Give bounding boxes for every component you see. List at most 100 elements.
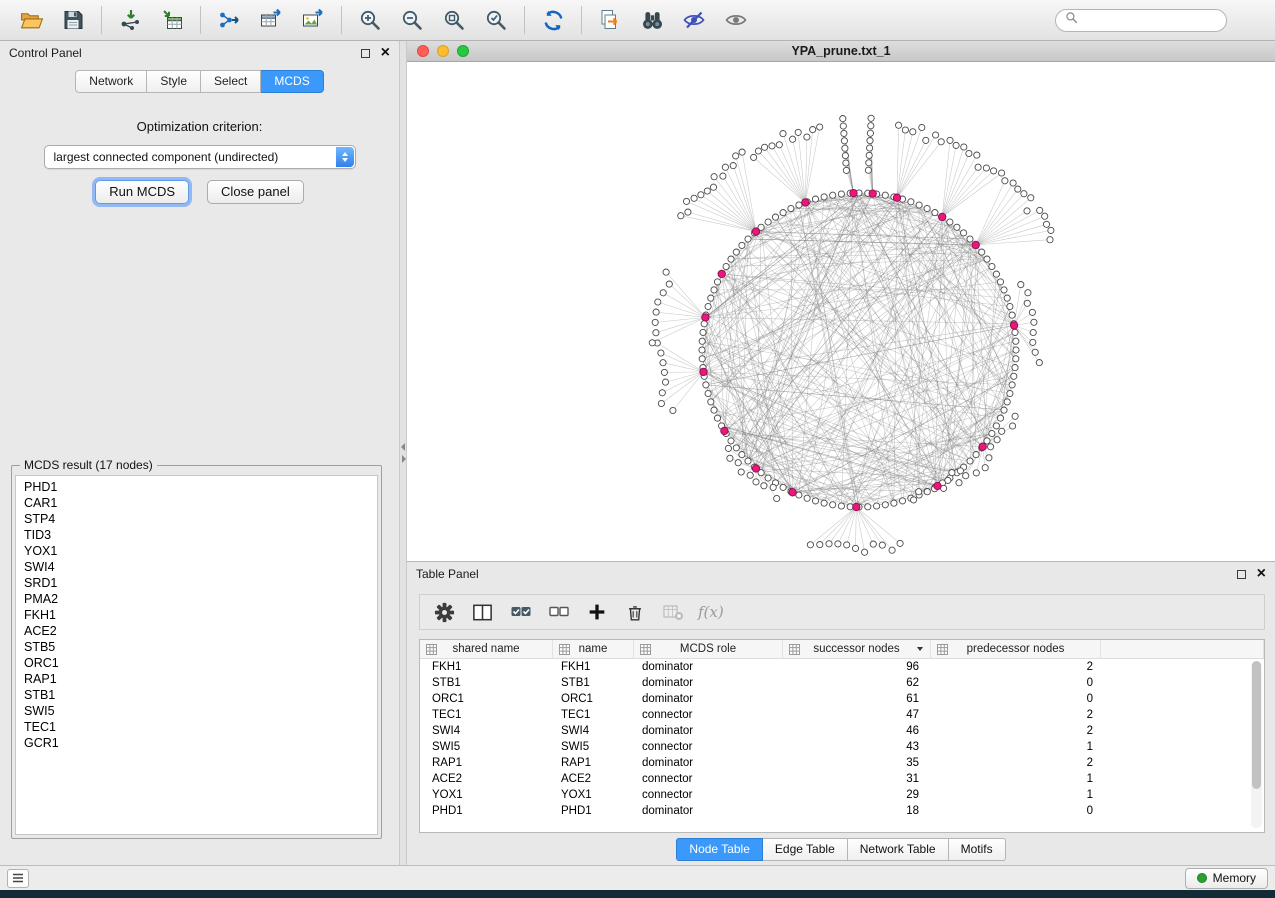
window-minimize-button[interactable] — [437, 45, 449, 57]
table-scrollbar[interactable] — [1251, 661, 1262, 828]
tab-edge-table[interactable]: Edge Table — [763, 838, 848, 861]
export-network-button[interactable] — [211, 3, 247, 37]
mcds-result-title: MCDS result (17 nodes) — [20, 458, 157, 472]
import-network-button[interactable] — [112, 3, 148, 37]
eye-slash-button[interactable] — [676, 3, 712, 37]
gear-button[interactable] — [429, 597, 460, 627]
expand-right-icon[interactable] — [402, 455, 406, 463]
search-field[interactable] — [1055, 9, 1227, 32]
column-header-MCDS-role[interactable]: MCDS role — [634, 640, 783, 658]
memory-button[interactable]: Memory — [1185, 868, 1268, 889]
table-cell: dominator — [634, 693, 783, 705]
table-row[interactable]: PHD1PHD1dominator180 — [420, 803, 1264, 819]
task-history-button[interactable] — [7, 869, 29, 888]
zoom-selected-button[interactable] — [478, 3, 514, 37]
table-row[interactable]: ORC1ORC1dominator610 — [420, 691, 1264, 707]
table-row[interactable]: YOX1YOX1connector291 — [420, 787, 1264, 803]
table-row[interactable]: TEC1TEC1connector472 — [420, 707, 1264, 723]
export-table-button[interactable] — [253, 3, 289, 37]
result-list-item[interactable]: STB1 — [24, 687, 377, 703]
function-button: f(x) — [695, 597, 726, 627]
zoom-in-button[interactable] — [352, 3, 388, 37]
column-header-predecessor-nodes[interactable]: predecessor nodes — [931, 640, 1101, 658]
table-panel: Table Panel × f(x) shared namenameMCDS r… — [407, 562, 1275, 865]
table-cell: RAP1 — [553, 757, 634, 769]
tab-mcds[interactable]: MCDS — [261, 70, 323, 93]
result-list-item[interactable]: SRD1 — [24, 575, 377, 591]
float-panel-icon[interactable] — [361, 49, 370, 58]
optimization-criterion-dropdown[interactable]: largest connected component (undirected) — [44, 145, 356, 169]
delete-row-button[interactable] — [619, 597, 650, 627]
network-canvas[interactable] — [407, 62, 1274, 561]
collapse-left-icon[interactable] — [401, 443, 405, 451]
tab-motifs[interactable]: Motifs — [949, 838, 1006, 861]
zoom-out-icon — [400, 8, 424, 32]
table-cell: dominator — [634, 725, 783, 737]
sort-chevron-icon[interactable] — [917, 647, 923, 651]
tab-select[interactable]: Select — [201, 70, 261, 93]
zoom-out-button[interactable] — [394, 3, 430, 37]
scrollbar-thumb[interactable] — [1252, 661, 1261, 789]
table-cell: dominator — [634, 677, 783, 689]
eye-icon — [724, 8, 748, 32]
tab-node-table[interactable]: Node Table — [676, 838, 763, 861]
result-list-item[interactable]: CAR1 — [24, 495, 377, 511]
import-table-button[interactable] — [154, 3, 190, 37]
save-button[interactable] — [55, 3, 91, 37]
table-row[interactable]: STB1STB1dominator620 — [420, 675, 1264, 691]
network-titlebar[interactable]: YPA_prune.txt_1 — [407, 41, 1275, 62]
zoom-fit-button[interactable] — [436, 3, 472, 37]
table-cell: FKH1 — [420, 661, 553, 673]
result-list-item[interactable]: STB5 — [24, 639, 377, 655]
search-input[interactable] — [1083, 13, 1217, 27]
add-row-button[interactable] — [581, 597, 612, 627]
close-mcds-panel-button[interactable]: Close panel — [207, 180, 304, 204]
result-list-item[interactable]: ACE2 — [24, 623, 377, 639]
result-list-item[interactable]: FKH1 — [24, 607, 377, 623]
result-list-item[interactable]: PHD1 — [24, 479, 377, 495]
table-cell: ACE2 — [420, 773, 553, 785]
column-header-successor-nodes[interactable]: successor nodes — [783, 640, 931, 658]
result-list-item[interactable]: RAP1 — [24, 671, 377, 687]
result-list-item[interactable]: TID3 — [24, 527, 377, 543]
result-list-item[interactable]: ORC1 — [24, 655, 377, 671]
result-list-item[interactable]: STP4 — [24, 511, 377, 527]
table-cell: 1 — [931, 789, 1101, 801]
result-list-item[interactable]: TEC1 — [24, 719, 377, 735]
table-row[interactable]: SWI4SWI4dominator462 — [420, 723, 1264, 739]
result-list-item[interactable]: SWI5 — [24, 703, 377, 719]
column-header-label: name — [579, 643, 608, 655]
tab-style[interactable]: Style — [147, 70, 201, 93]
columns-button[interactable] — [467, 597, 498, 627]
panel-splitter[interactable] — [400, 41, 407, 865]
table-row[interactable]: RAP1RAP1dominator352 — [420, 755, 1264, 771]
eye-button[interactable] — [718, 3, 754, 37]
mcds-buttons-row: Run MCDS Close panel — [0, 180, 399, 204]
table-row[interactable]: ACE2ACE2connector311 — [420, 771, 1264, 787]
binoculars-button[interactable] — [634, 3, 670, 37]
column-header-shared-name[interactable]: shared name — [420, 640, 553, 658]
close-table-panel-icon[interactable]: × — [1257, 566, 1266, 582]
table-row[interactable]: FKH1FKH1dominator962 — [420, 659, 1264, 675]
result-list-item[interactable]: GCR1 — [24, 735, 377, 751]
column-header-name[interactable]: name — [553, 640, 634, 658]
tab-network-table[interactable]: Network Table — [848, 838, 949, 861]
table-row[interactable]: SWI5SWI5connector431 — [420, 739, 1264, 755]
refresh-button[interactable] — [535, 3, 571, 37]
result-list-item[interactable]: PMA2 — [24, 591, 377, 607]
run-mcds-button[interactable]: Run MCDS — [95, 180, 189, 204]
close-panel-icon[interactable]: × — [381, 45, 390, 61]
tab-network[interactable]: Network — [75, 70, 147, 93]
share-document-button[interactable] — [592, 3, 628, 37]
result-list-item[interactable]: SWI4 — [24, 559, 377, 575]
window-close-button[interactable] — [417, 45, 429, 57]
window-zoom-button[interactable] — [457, 45, 469, 57]
float-table-panel-icon[interactable] — [1237, 570, 1246, 579]
select-all-button[interactable] — [505, 597, 536, 627]
open-folder-button[interactable] — [13, 3, 49, 37]
zoom-selected-icon — [484, 8, 508, 32]
result-list-item[interactable]: YOX1 — [24, 543, 377, 559]
deselect-all-button[interactable] — [543, 597, 574, 627]
delete-table-icon — [661, 600, 685, 624]
export-image-button[interactable] — [295, 3, 331, 37]
